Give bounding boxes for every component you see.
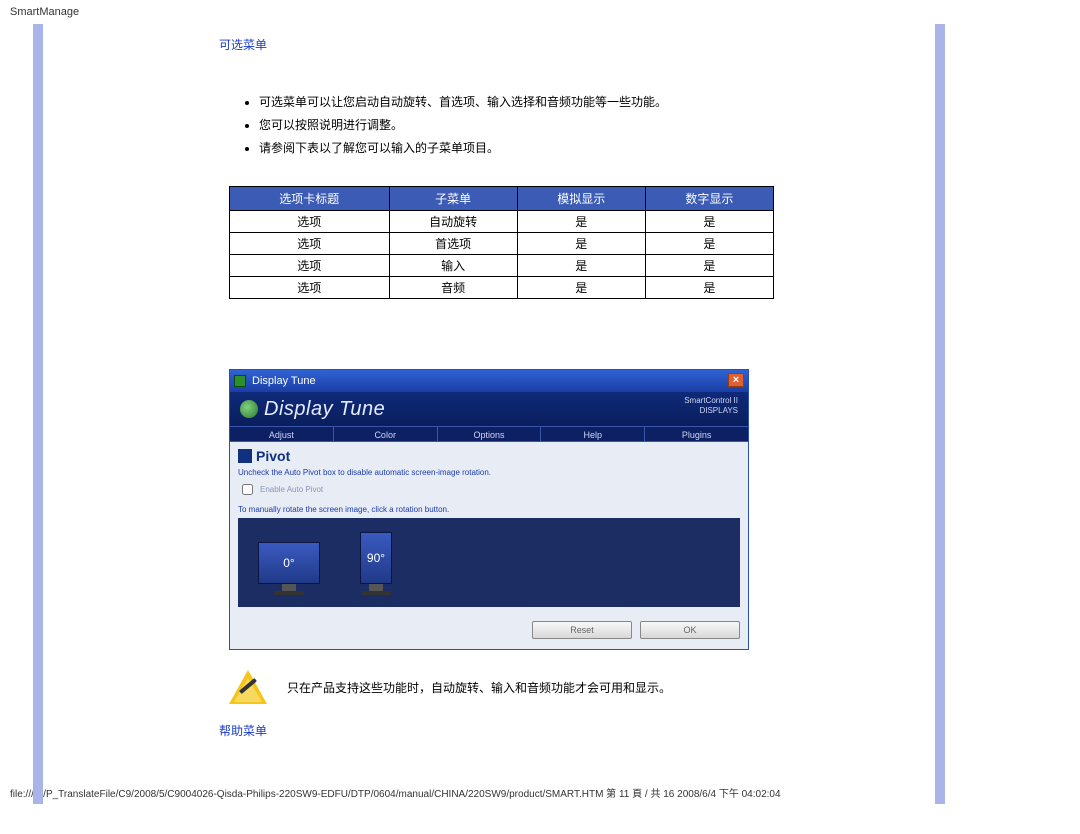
- note-text: 只在产品支持这些功能时，自动旋转、输入和音频功能才会可用和显示。: [287, 679, 671, 696]
- auto-pivot-checkbox-row: Enable Auto Pivot: [238, 481, 740, 498]
- td: 是: [517, 255, 645, 277]
- td: 是: [517, 277, 645, 299]
- pivot-header: Pivot: [238, 448, 740, 464]
- pivot-icon: [238, 449, 252, 463]
- rotation-0-button[interactable]: 0°: [258, 542, 320, 595]
- tab-options[interactable]: Options: [438, 427, 542, 441]
- table-row: 选项 输入 是 是: [230, 255, 774, 277]
- button-bar: Reset OK: [238, 621, 740, 639]
- tab-plugins[interactable]: Plugins: [645, 427, 748, 441]
- auto-pivot-checkbox[interactable]: [242, 484, 253, 495]
- footer-path: file:///P|/P_TranslateFile/C9/2008/5/C90…: [0, 779, 1080, 806]
- tab-adjust[interactable]: Adjust: [230, 427, 334, 441]
- td: 输入: [389, 255, 517, 277]
- td: 选项: [230, 233, 390, 255]
- section-title-options: 可选菜单: [219, 36, 759, 53]
- table-header-row: 选项卡标题 子菜单 模拟显示 数字显示: [230, 187, 774, 211]
- th: 数字显示: [645, 187, 773, 211]
- app-icon: [234, 375, 246, 387]
- decorative-bar-right: [935, 24, 945, 804]
- th: 选项卡标题: [230, 187, 390, 211]
- td: 选项: [230, 255, 390, 277]
- close-icon[interactable]: ×: [728, 373, 744, 387]
- hint-text-2: To manually rotate the screen image, cli…: [238, 504, 740, 516]
- rotation-90-button[interactable]: 90°: [360, 532, 392, 595]
- table-row: 选项 首选项 是 是: [230, 233, 774, 255]
- banner-title: Display Tune: [264, 398, 385, 421]
- content: 可选菜单 可选菜单可以让您启动自动旋转、首选项、输入选择和音频功能等一些功能。 …: [19, 24, 759, 779]
- options-table: 选项卡标题 子菜单 模拟显示 数字显示 选项 自动旋转 是 是 选项 首选项 是…: [229, 186, 774, 299]
- display-tune-logo-icon: [240, 400, 258, 418]
- rotation-0-label: 0°: [283, 556, 294, 570]
- page-header: SmartManage: [0, 0, 1080, 24]
- tab-bar: Adjust Color Options Help Plugins: [230, 426, 748, 442]
- tab-color[interactable]: Color: [334, 427, 438, 441]
- th: 模拟显示: [517, 187, 645, 211]
- th: 子菜单: [389, 187, 517, 211]
- ok-button[interactable]: OK: [640, 621, 740, 639]
- rotation-preview-row: 0° 90°: [238, 518, 740, 607]
- app-body: Pivot Uncheck the Auto Pivot box to disa…: [230, 442, 748, 649]
- td: 自动旋转: [389, 211, 517, 233]
- note-row: 只在产品支持这些功能时，自动旋转、输入和音频功能才会可用和显示。: [229, 670, 759, 704]
- auto-pivot-label: Enable Auto Pivot: [260, 485, 323, 494]
- brand-label: SmartControl II DISPLAYS: [684, 396, 738, 416]
- display-tune-window: Display Tune × Display Tune SmartControl…: [229, 369, 749, 650]
- table-row: 选项 自动旋转 是 是: [230, 211, 774, 233]
- brand-line: SmartControl II: [684, 396, 738, 406]
- window-title: Display Tune: [252, 375, 316, 387]
- warning-icon: [229, 670, 267, 704]
- titlebar[interactable]: Display Tune ×: [230, 370, 748, 392]
- brand-line: DISPLAYS: [684, 406, 738, 416]
- bullet-item: 您可以按照说明进行调整。: [259, 116, 759, 133]
- rotation-90-label: 90°: [367, 551, 385, 565]
- td: 是: [517, 211, 645, 233]
- tab-help[interactable]: Help: [541, 427, 645, 441]
- table-row: 选项 音频 是 是: [230, 277, 774, 299]
- reset-button[interactable]: Reset: [532, 621, 632, 639]
- bullet-list: 可选菜单可以让您启动自动旋转、首选项、输入选择和音频功能等一些功能。 您可以按照…: [259, 93, 759, 156]
- section-title-help: 帮助菜单: [219, 722, 759, 739]
- bullet-item: 可选菜单可以让您启动自动旋转、首选项、输入选择和音频功能等一些功能。: [259, 93, 759, 110]
- td: 是: [645, 255, 773, 277]
- td: 选项: [230, 277, 390, 299]
- td: 是: [645, 277, 773, 299]
- td: 音频: [389, 277, 517, 299]
- td: 首选项: [389, 233, 517, 255]
- pivot-title: Pivot: [256, 448, 290, 464]
- app-banner: Display Tune SmartControl II DISPLAYS: [230, 392, 748, 426]
- bullet-item: 请参阅下表以了解您可以输入的子菜单项目。: [259, 139, 759, 156]
- td: 选项: [230, 211, 390, 233]
- td: 是: [645, 233, 773, 255]
- td: 是: [517, 233, 645, 255]
- main-wrap: 可选菜单 可选菜单可以让您启动自动旋转、首选项、输入选择和音频功能等一些功能。 …: [19, 24, 1061, 779]
- hint-text-1: Uncheck the Auto Pivot box to disable au…: [238, 467, 740, 479]
- td: 是: [645, 211, 773, 233]
